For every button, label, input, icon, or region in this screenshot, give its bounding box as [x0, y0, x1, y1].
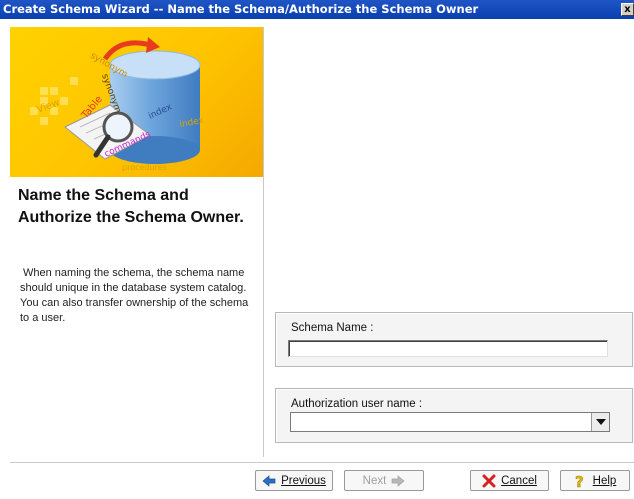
next-button[interactable]: Next [344, 470, 424, 491]
cancel-button-label: Cancel [501, 474, 537, 487]
page-description: When naming the schema, the schema name … [20, 267, 249, 324]
help-button[interactable]: ? Help [560, 470, 630, 491]
close-icon [482, 474, 496, 488]
window-close-button[interactable]: x [621, 3, 634, 16]
schema-name-input[interactable] [288, 340, 608, 357]
window-title: Create Schema Wizard -- Name the Schema/… [3, 2, 479, 16]
schema-name-group: Schema Name : [275, 312, 633, 367]
page-title: Name the Schema and Authorize the Schema… [18, 187, 244, 226]
banner-word-procedures: procedures [122, 163, 167, 172]
schema-name-label: Schema Name : [291, 322, 374, 334]
arrow-left-icon [262, 474, 276, 488]
question-mark-icon: ? [574, 472, 588, 491]
next-button-label: Next [362, 474, 387, 487]
vertical-divider [263, 27, 265, 457]
authorization-user-group: Authorization user name : [275, 388, 633, 443]
svg-text:?: ? [575, 474, 584, 490]
button-bar-divider [10, 462, 634, 464]
previous-button[interactable]: Previous [255, 470, 333, 491]
arrow-right-icon [391, 474, 405, 488]
cancel-button[interactable]: Cancel [470, 470, 549, 491]
wizard-banner-image: synonym synonym View Table index index c… [10, 27, 263, 177]
chevron-down-icon[interactable] [591, 413, 609, 431]
previous-button-label: Previous [281, 474, 326, 487]
wizard-left-pane: synonym synonym View Table index index c… [10, 27, 263, 460]
help-button-label: Help [592, 474, 617, 487]
window-titlebar: Create Schema Wizard -- Name the Schema/… [0, 0, 634, 19]
authorization-user-dropdown[interactable] [290, 412, 610, 432]
authorization-user-label: Authorization user name : [291, 398, 423, 410]
